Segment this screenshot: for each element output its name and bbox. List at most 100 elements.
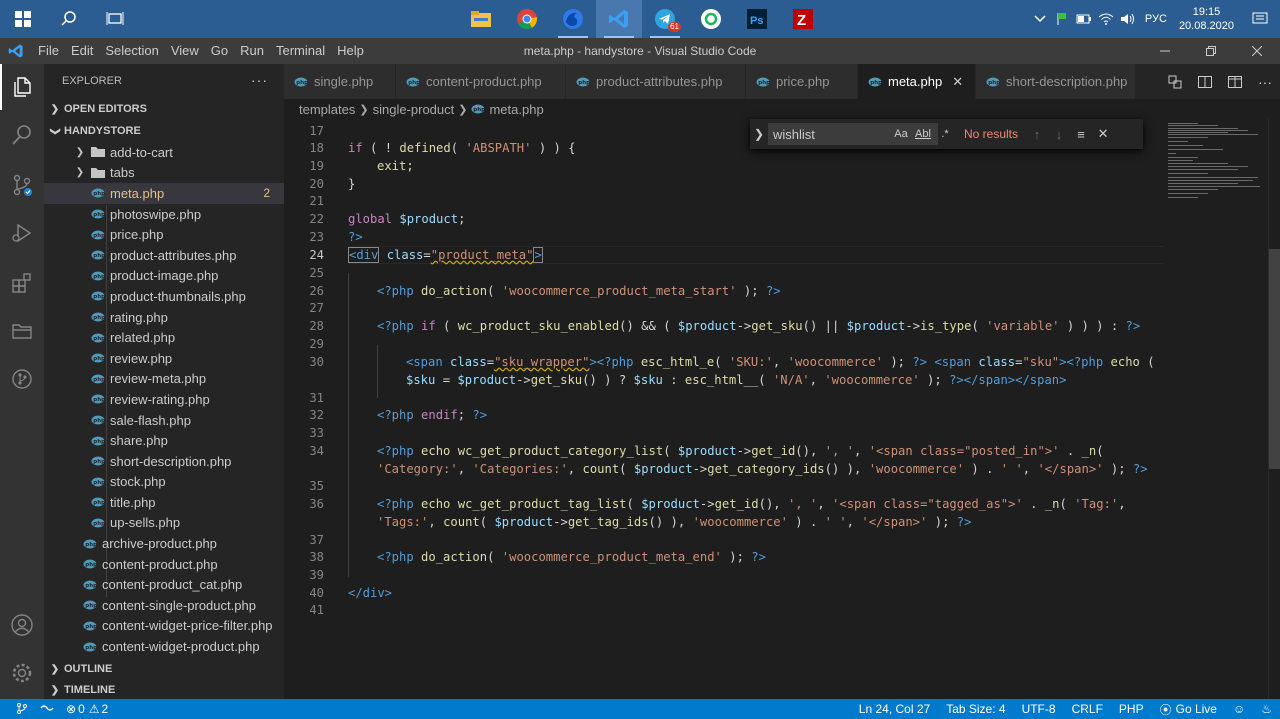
find-in-selection-icon[interactable]: ≡ [1070, 127, 1092, 142]
extensions-icon[interactable] [0, 260, 44, 306]
telegram-icon[interactable]: 61 [642, 0, 688, 38]
battery-icon[interactable] [1073, 0, 1095, 38]
code-editor[interactable]: 17 18 19 20 21 22 23 24 25 26 27 28 29 30 31 32 33 34 35 36… [284, 119, 1164, 699]
feedback-icon[interactable]: ☺ [1225, 702, 1253, 716]
file-content-widget-price-filter.php[interactable]: php content-widget-price-filter.php [44, 616, 284, 637]
run-debug-icon[interactable] [0, 210, 44, 256]
folder-add-to-cart[interactable]: ❯ add-to-cart [44, 142, 284, 163]
restore-icon[interactable] [1188, 38, 1234, 64]
tab-product-attributes.php[interactable]: php product-attributes.php [566, 64, 746, 99]
split-editor-icon[interactable] [1220, 74, 1250, 90]
file-related.php[interactable]: php related.php [44, 327, 284, 348]
file-review-meta.php[interactable]: php review-meta.php [44, 369, 284, 390]
clock[interactable]: 19:15 20.08.2020 [1173, 5, 1240, 33]
language-mode[interactable]: PHP [1111, 702, 1152, 716]
breadcrumb-templates[interactable]: templates [299, 102, 355, 117]
search-view-icon[interactable] [0, 112, 44, 158]
language-indicator[interactable]: РУС [1139, 13, 1173, 25]
menu-terminal[interactable]: Terminal [270, 38, 331, 64]
filezilla-icon[interactable]: Z [780, 0, 826, 38]
timeline-section[interactable]: ❯ TIMELINE [44, 679, 284, 701]
breadcrumb-meta-php[interactable]: meta.php [489, 102, 543, 117]
breadcrumb-single-product[interactable]: single-product [373, 102, 455, 117]
close-tab-icon[interactable]: ✕ [952, 74, 963, 90]
close-window-icon[interactable] [1234, 38, 1280, 64]
file-review-rating.php[interactable]: php review-rating.php [44, 389, 284, 410]
wifi-icon[interactable] [1095, 0, 1117, 38]
project-section[interactable]: ❯ HANDYSTORE [44, 120, 284, 142]
file-price.php[interactable]: php price.php [44, 224, 284, 245]
tab-price.php[interactable]: php price.php [746, 64, 858, 99]
search-icon[interactable] [46, 0, 92, 38]
chrome-icon[interactable] [504, 0, 550, 38]
folders-icon[interactable] [0, 308, 44, 354]
file-photoswipe.php[interactable]: php photoswipe.php [44, 204, 284, 225]
menu-help[interactable]: Help [331, 38, 370, 64]
scrollbar-thumb[interactable] [1269, 249, 1280, 469]
match-case-toggle[interactable]: Aa [890, 128, 912, 140]
task-view-icon[interactable] [92, 0, 138, 38]
menu-selection[interactable]: Selection [99, 38, 164, 64]
tab-content-product.php[interactable]: php content-product.php [396, 64, 566, 99]
file-share.php[interactable]: php share.php [44, 430, 284, 451]
folder-tabs[interactable]: ❯ tabs [44, 163, 284, 184]
go-live-button[interactable]: ⦿ Go Live [1152, 701, 1225, 718]
minimize-icon[interactable] [1142, 38, 1188, 64]
minimap[interactable] [1164, 119, 1268, 699]
tab-size[interactable]: Tab Size: 4 [938, 702, 1013, 716]
tab-short-description.php[interactable]: php short-description.php [976, 64, 1136, 99]
tab-meta.php[interactable]: php meta.php ✕ [858, 64, 976, 99]
source-control-icon[interactable] [0, 162, 44, 208]
file-sale-flash.php[interactable]: php sale-flash.php [44, 410, 284, 431]
menu-edit[interactable]: Edit [65, 38, 99, 64]
notification-icon[interactable] [1240, 0, 1280, 38]
git-graph-icon[interactable] [0, 356, 44, 402]
open-editors-section[interactable]: ❯ OPEN EDITORS [44, 98, 284, 120]
file-short-description.php[interactable]: php short-description.php [44, 451, 284, 472]
file-meta.php[interactable]: php meta.php 2 [44, 183, 284, 204]
regex-toggle[interactable]: .* [934, 128, 956, 140]
chevron-up-icon[interactable] [1029, 0, 1051, 38]
open-preview-icon[interactable] [1190, 74, 1220, 90]
encoding[interactable]: UTF-8 [1014, 702, 1064, 716]
more-actions-icon[interactable]: ··· [1250, 74, 1280, 90]
toggle-replace-icon[interactable]: ❯ [750, 127, 768, 141]
file-content-widget-product.php[interactable]: php content-widget-product.php [44, 636, 284, 657]
menu-view[interactable]: View [165, 38, 205, 64]
menu-go[interactable]: Go [205, 38, 234, 64]
outline-section[interactable]: ❯ OUTLINE [44, 658, 284, 680]
bell-icon[interactable]: ♨ [1253, 702, 1280, 716]
windows-start-icon[interactable] [0, 0, 46, 38]
file-stock.php[interactable]: php stock.php [44, 472, 284, 493]
settings-gear-icon[interactable] [0, 650, 44, 696]
close-find-icon[interactable]: ✕ [1092, 126, 1114, 142]
file-review.php[interactable]: php review.php [44, 348, 284, 369]
live-share-icon[interactable] [34, 702, 60, 716]
remote-icon[interactable] [10, 702, 34, 717]
file-archive-product.php[interactable]: php archive-product.php [44, 533, 284, 554]
file-product-attributes.php[interactable]: php product-attributes.php [44, 245, 284, 266]
file-content-single-product.php[interactable]: php content-single-product.php [44, 595, 284, 616]
volume-icon[interactable] [1117, 0, 1139, 38]
vertical-scrollbar[interactable] [1268, 119, 1280, 699]
menu-run[interactable]: Run [234, 38, 270, 64]
vscode-taskbar-icon[interactable] [596, 0, 642, 38]
problems-indicator[interactable]: ⊗ 0 ⚠ 2 [60, 702, 114, 716]
arrow-up-icon[interactable]: ↑ [1026, 127, 1048, 142]
file-content-product.php[interactable]: php content-product.php [44, 554, 284, 575]
open-changes-icon[interactable] [1160, 74, 1190, 90]
account-icon[interactable] [0, 602, 44, 648]
file-title.php[interactable]: php title.php [44, 492, 284, 513]
match-whole-word-toggle[interactable]: Abl [912, 128, 934, 140]
flag-icon[interactable] [1051, 0, 1073, 38]
file-product-thumbnails.php[interactable]: php product-thumbnails.php [44, 286, 284, 307]
arrow-down-icon[interactable]: ↓ [1048, 127, 1070, 142]
green-app-icon[interactable] [688, 0, 734, 38]
file-rating.php[interactable]: php rating.php [44, 307, 284, 328]
cursor-position[interactable]: Ln 24, Col 27 [851, 702, 938, 716]
file-product-image.php[interactable]: php product-image.php [44, 266, 284, 287]
photoshop-icon[interactable]: Ps [734, 0, 780, 38]
explorer-icon[interactable] [0, 64, 44, 110]
firefox-icon[interactable] [550, 0, 596, 38]
menu-file[interactable]: File [32, 38, 65, 64]
